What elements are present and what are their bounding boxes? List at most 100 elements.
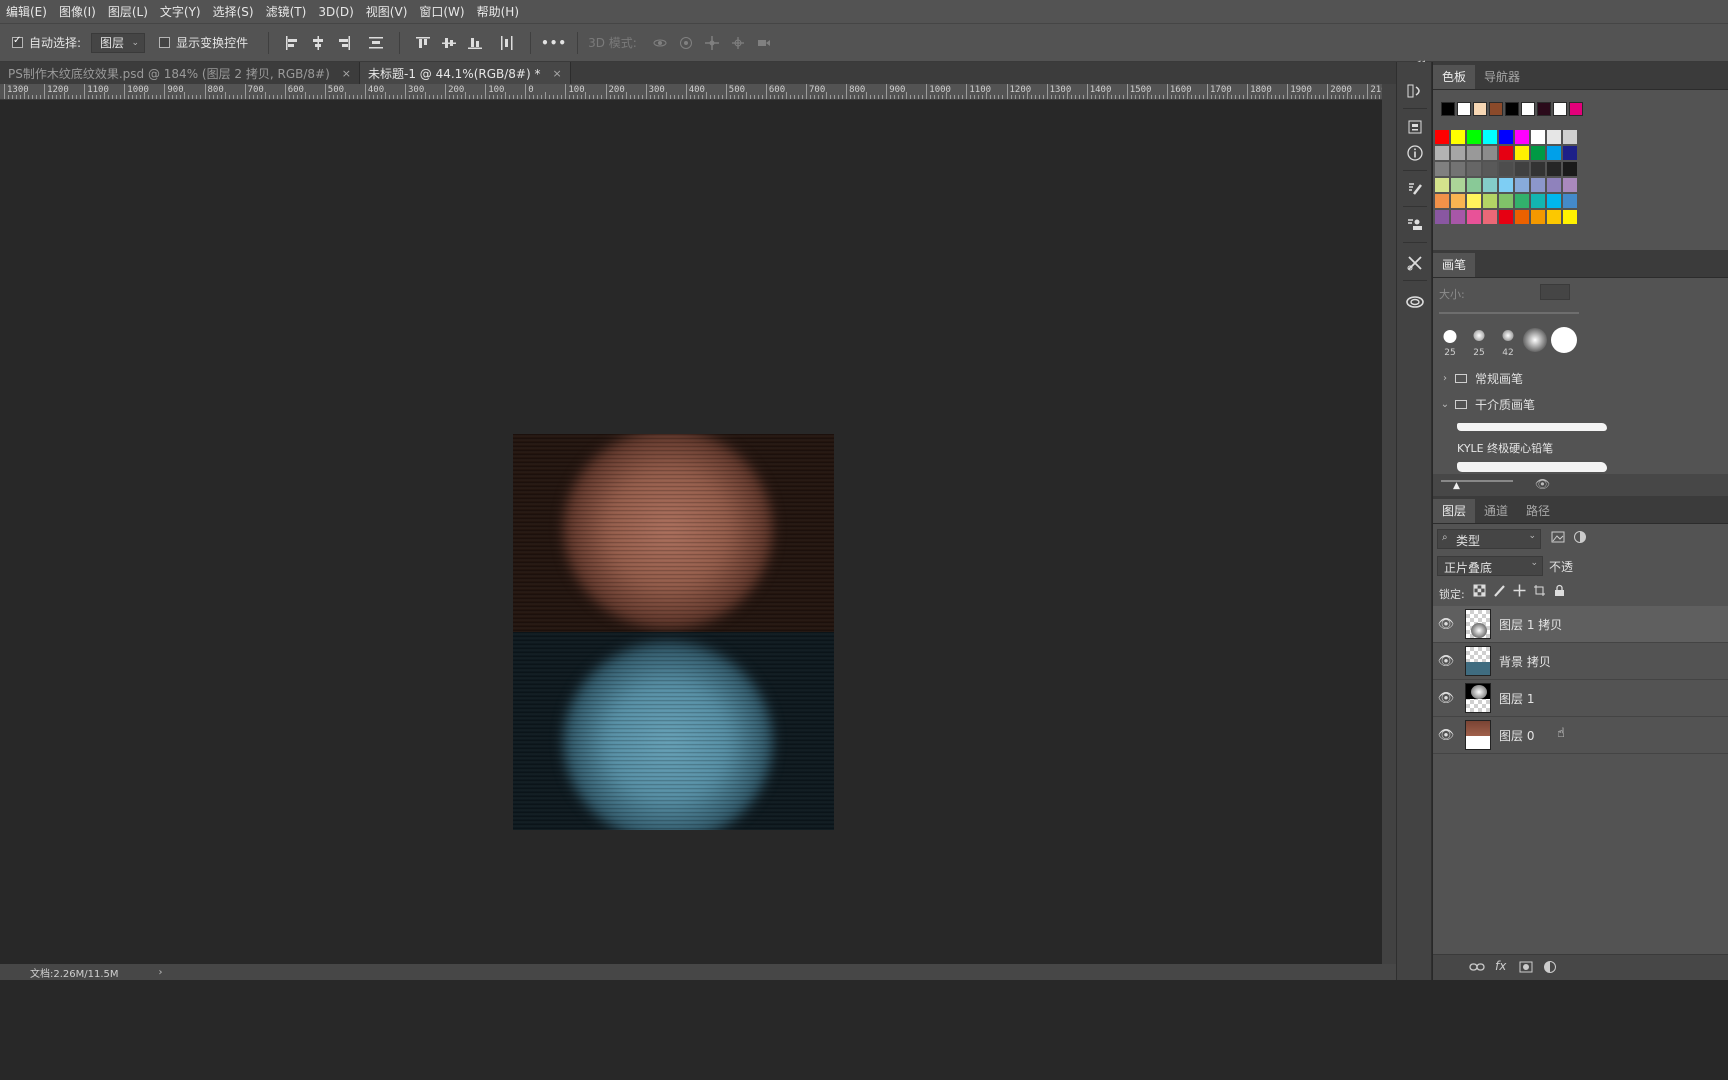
recent-swatch[interactable] — [1569, 102, 1583, 116]
align-right-icon[interactable] — [333, 32, 355, 54]
recent-swatch[interactable] — [1473, 102, 1487, 116]
menu-3d[interactable]: 3D(D) — [312, 0, 359, 24]
color-swatch[interactable] — [1499, 178, 1513, 192]
lock-pixels-icon[interactable] — [1493, 584, 1506, 600]
color-swatch[interactable] — [1515, 210, 1529, 224]
color-swatch[interactable] — [1563, 162, 1577, 176]
color-swatch[interactable] — [1435, 130, 1449, 144]
brush-folder-general[interactable]: › 常规画笔 — [1433, 365, 1728, 391]
brush-folder-dry-media[interactable]: ⌄ 干介质画笔 — [1433, 391, 1728, 417]
lock-position-icon[interactable] — [1513, 584, 1526, 600]
brush-preset[interactable]: 25 — [1437, 324, 1463, 358]
recent-swatch[interactable] — [1537, 102, 1551, 116]
fx-icon[interactable]: fx — [1495, 959, 1506, 973]
brush-preview-size-slider[interactable] — [1441, 480, 1513, 482]
recent-swatch[interactable] — [1521, 102, 1535, 116]
color-swatch[interactable] — [1563, 146, 1577, 160]
eye-icon[interactable]: 👁 — [1433, 691, 1459, 706]
3d-roll-icon[interactable] — [675, 32, 697, 54]
color-swatch[interactable] — [1451, 194, 1465, 208]
color-swatch[interactable] — [1435, 162, 1449, 176]
close-icon[interactable]: × — [342, 67, 351, 80]
3d-orbit-icon[interactable] — [649, 32, 671, 54]
color-swatch[interactable] — [1435, 210, 1449, 224]
more-options-button[interactable]: ••• — [541, 36, 567, 50]
color-swatch[interactable] — [1499, 210, 1513, 224]
3d-pan-icon[interactable] — [701, 32, 723, 54]
color-swatch[interactable] — [1547, 194, 1561, 208]
brush-item-name[interactable]: KYLE 终极硬心铅笔 — [1457, 440, 1553, 456]
color-swatch[interactable] — [1467, 162, 1481, 176]
document-canvas[interactable] — [513, 434, 834, 830]
tab-paths[interactable]: 路径 — [1517, 499, 1559, 523]
menu-select[interactable]: 选择(S) — [207, 0, 260, 24]
tab-layers[interactable]: 图层 — [1433, 499, 1476, 523]
layer-row[interactable]: 👁 图层 1 拷贝 — [1433, 606, 1728, 643]
color-swatch[interactable] — [1499, 194, 1513, 208]
eye-icon[interactable]: 👁 — [1433, 728, 1459, 743]
brush-size-field[interactable] — [1540, 284, 1570, 300]
color-swatch[interactable] — [1483, 146, 1497, 160]
show-transform-checkbox[interactable] — [159, 37, 171, 48]
color-swatch[interactable] — [1563, 130, 1577, 144]
align-top-icon[interactable] — [412, 32, 434, 54]
filter-adjustment-icon[interactable] — [1573, 530, 1587, 547]
recent-swatch[interactable] — [1441, 102, 1455, 116]
tab-swatches[interactable]: 色板 — [1433, 65, 1476, 89]
distribute-icon[interactable] — [365, 32, 387, 54]
color-swatch[interactable] — [1515, 162, 1529, 176]
color-swatch[interactable] — [1547, 178, 1561, 192]
blend-mode-dropdown[interactable]: 正片叠底 ⌄ — [1437, 556, 1543, 576]
recent-swatch[interactable] — [1457, 102, 1471, 116]
color-swatch[interactable] — [1483, 210, 1497, 224]
horizontal-ruler[interactable]: 1300 1200 1100 1000 900 800 700 600 500 400 300 200… — [0, 84, 1382, 100]
auto-select-target-dropdown[interactable]: 图层 ⌄ — [91, 32, 146, 53]
color-swatch[interactable] — [1467, 130, 1481, 144]
color-swatch[interactable] — [1451, 210, 1465, 224]
color-swatch[interactable] — [1531, 130, 1545, 144]
color-swatch[interactable] — [1531, 162, 1545, 176]
tab-navigator[interactable]: 导航器 — [1475, 65, 1529, 89]
color-swatch[interactable] — [1515, 130, 1529, 144]
info-icon[interactable] — [1404, 142, 1426, 164]
menu-type[interactable]: 文字(Y) — [154, 0, 207, 24]
brush-preset[interactable] — [1522, 324, 1548, 358]
menu-view[interactable]: 视图(V) — [360, 0, 414, 24]
color-swatch[interactable] — [1467, 146, 1481, 160]
filter-pixel-icon[interactable] — [1551, 530, 1565, 547]
tab-channels[interactable]: 通道 — [1475, 499, 1517, 523]
color-swatch[interactable] — [1435, 178, 1449, 192]
auto-select-checkbox[interactable] — [12, 35, 23, 48]
color-swatch[interactable] — [1483, 194, 1497, 208]
layer-name[interactable]: 图层 1 拷贝 — [1499, 616, 1562, 633]
recent-swatch[interactable] — [1553, 102, 1567, 116]
tab-brushes[interactable]: 画笔 — [1433, 253, 1476, 277]
status-menu-arrow[interactable]: › — [159, 967, 163, 978]
color-swatch[interactable] — [1467, 178, 1481, 192]
color-swatch[interactable] — [1531, 194, 1545, 208]
menu-help[interactable]: 帮助(H) — [471, 0, 525, 24]
color-swatch[interactable] — [1563, 194, 1577, 208]
color-swatch[interactable] — [1499, 146, 1513, 160]
menu-image[interactable]: 图像(I) — [53, 0, 102, 24]
toggle-visibility-icon[interactable]: 👁 — [1535, 477, 1550, 491]
color-swatch[interactable] — [1483, 130, 1497, 144]
brush-stroke-preview[interactable] — [1455, 456, 1728, 476]
mask-icon[interactable] — [1519, 961, 1533, 976]
color-swatch[interactable] — [1563, 210, 1577, 224]
color-swatch[interactable] — [1547, 162, 1561, 176]
align-vcenter-icon[interactable] — [438, 32, 460, 54]
layer-name[interactable]: 图层 1 — [1499, 690, 1534, 707]
lock-artboard-icon[interactable] — [1533, 584, 1546, 600]
layer-row[interactable]: 👁 背景 拷贝 — [1433, 643, 1728, 680]
color-swatch[interactable] — [1563, 178, 1577, 192]
color-swatch[interactable] — [1483, 178, 1497, 192]
color-swatch[interactable] — [1451, 178, 1465, 192]
canvas-workspace[interactable] — [0, 100, 1382, 964]
layer-row[interactable]: 👁 图层 1 — [1433, 680, 1728, 717]
recent-swatch[interactable] — [1489, 102, 1503, 116]
properties-icon[interactable] — [1404, 116, 1426, 138]
color-swatch[interactable] — [1435, 146, 1449, 160]
recent-swatch[interactable] — [1505, 102, 1519, 116]
color-swatch[interactable] — [1547, 130, 1561, 144]
